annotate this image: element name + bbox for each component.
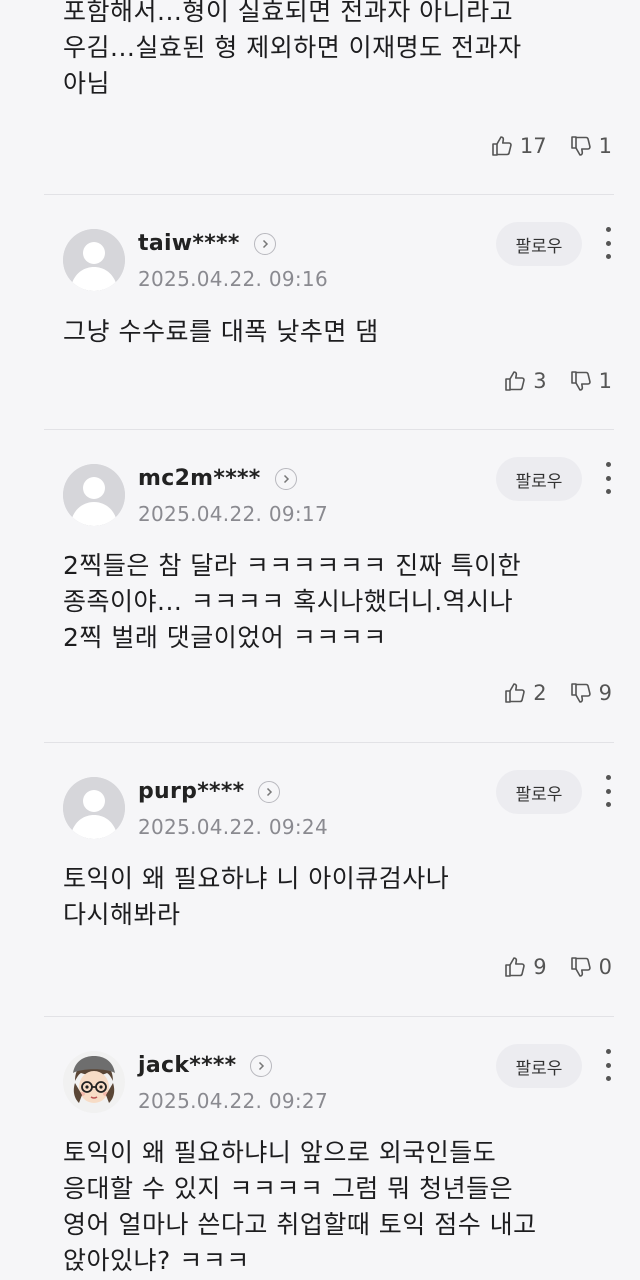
divider xyxy=(44,1016,614,1017)
more-options-icon[interactable] xyxy=(600,458,616,498)
comment-body-partial: 포함해서...형이 실효되면 전과자 아니라고 우김...실효된 형 제외하면 … xyxy=(0,0,640,102)
default-avatar-icon[interactable] xyxy=(63,464,125,526)
chevron-right-icon[interactable] xyxy=(258,780,281,803)
follow-button[interactable]: 팔로우 xyxy=(496,770,582,814)
username[interactable]: mc2m**** xyxy=(138,466,261,491)
comment-text: 2찍들은 참 달라 ㅋㅋㅋㅋㅋㅋ 진짜 특이한 종족이야... ㅋㅋㅋㅋ 혹시나… xyxy=(63,551,522,652)
like-button[interactable]: 3 xyxy=(503,369,547,393)
dislike-count: 1 xyxy=(598,369,612,393)
username[interactable]: jack**** xyxy=(138,1053,236,1078)
dislike-count: 9 xyxy=(598,681,612,705)
comment-timestamp: 2025.04.22. 09:27 xyxy=(138,1089,328,1113)
username-row[interactable]: mc2m**** xyxy=(138,466,297,491)
username[interactable]: purp**** xyxy=(138,779,244,804)
comment-timestamp: 2025.04.22. 09:17 xyxy=(138,502,328,526)
chevron-right-icon[interactable] xyxy=(253,232,276,255)
reaction-bar: 3 1 xyxy=(503,369,612,393)
comment-timestamp: 2025.04.22. 09:16 xyxy=(138,267,328,291)
like-count: 2 xyxy=(533,681,547,705)
more-options-icon[interactable] xyxy=(600,1045,616,1085)
dislike-count: 1 xyxy=(598,134,612,158)
cartoon-avatar-icon[interactable] xyxy=(63,1051,125,1113)
thumbs-down-icon xyxy=(570,136,591,156)
comment-body: 그냥 수수료를 대폭 낮추면 댐 xyxy=(0,314,640,350)
chevron-right-icon[interactable] xyxy=(274,467,297,490)
default-avatar-icon[interactable] xyxy=(63,777,125,839)
comment-timestamp: 2025.04.22. 09:24 xyxy=(138,815,328,839)
follow-button[interactable]: 팔로우 xyxy=(496,1044,582,1088)
comment-text: 토익이 왜 필요하냐니 앞으로 외국인들도 응대할 수 있지 ㅋㅋㅋㅋ 그럼 뭐… xyxy=(63,1138,537,1275)
like-count: 17 xyxy=(519,134,547,158)
thumbs-up-icon xyxy=(505,957,526,977)
username-row[interactable]: taiw**** xyxy=(138,231,276,256)
comment-text: 그냥 수수료를 대폭 낮추면 댐 xyxy=(63,317,379,346)
username-row[interactable]: jack**** xyxy=(138,1053,273,1078)
more-options-icon[interactable] xyxy=(600,771,616,811)
thumbs-up-icon xyxy=(492,136,512,156)
like-button[interactable]: 2 xyxy=(503,681,547,705)
like-count: 3 xyxy=(533,369,547,393)
username-row[interactable]: purp**** xyxy=(138,779,281,804)
dislike-button[interactable]: 0 xyxy=(569,955,612,979)
more-options-icon[interactable] xyxy=(600,223,616,263)
chevron-right-icon[interactable] xyxy=(250,1054,273,1077)
comment-body: 토익이 왜 필요하냐니 앞으로 외국인들도 응대할 수 있지 ㅋㅋㅋㅋ 그럼 뭐… xyxy=(0,1135,640,1279)
thumbs-up-icon xyxy=(505,683,526,703)
dislike-button[interactable]: 1 xyxy=(569,134,612,158)
like-button[interactable]: 17 xyxy=(490,134,547,158)
reaction-bar: 2 9 xyxy=(503,681,612,705)
comment-text: 포함해서...형이 실효되면 전과자 아니라고 우김...실효된 형 제외하면 … xyxy=(63,0,522,98)
follow-button[interactable]: 팔로우 xyxy=(496,222,582,266)
follow-button[interactable]: 팔로우 xyxy=(496,457,582,501)
comment-body: 토익이 왜 필요하냐 니 아이큐검사나 다시해봐라 xyxy=(0,861,640,933)
default-avatar-icon[interactable] xyxy=(63,229,125,291)
dislike-button[interactable]: 1 xyxy=(569,369,612,393)
comment-body: 2찍들은 참 달라 ㅋㅋㅋㅋㅋㅋ 진짜 특이한 종족이야... ㅋㅋㅋㅋ 혹시나… xyxy=(0,548,640,656)
divider xyxy=(44,429,614,430)
thumbs-down-icon xyxy=(570,683,591,703)
reaction-bar: 17 1 xyxy=(490,134,612,158)
reaction-bar: 9 0 xyxy=(503,955,612,979)
thumbs-down-icon xyxy=(570,371,591,391)
username[interactable]: taiw**** xyxy=(138,231,240,256)
dislike-count: 0 xyxy=(598,955,612,979)
divider xyxy=(44,742,614,743)
like-button[interactable]: 9 xyxy=(503,955,547,979)
thumbs-up-icon xyxy=(505,371,526,391)
dislike-button[interactable]: 9 xyxy=(569,681,612,705)
comment-list: 포함해서...형이 실효되면 전과자 아니라고 우김...실효된 형 제외하면 … xyxy=(0,0,640,1280)
thumbs-down-icon xyxy=(570,957,591,977)
comment-text: 토익이 왜 필요하냐 니 아이큐검사나 다시해봐라 xyxy=(63,864,450,929)
like-count: 9 xyxy=(533,955,547,979)
divider xyxy=(44,194,614,195)
